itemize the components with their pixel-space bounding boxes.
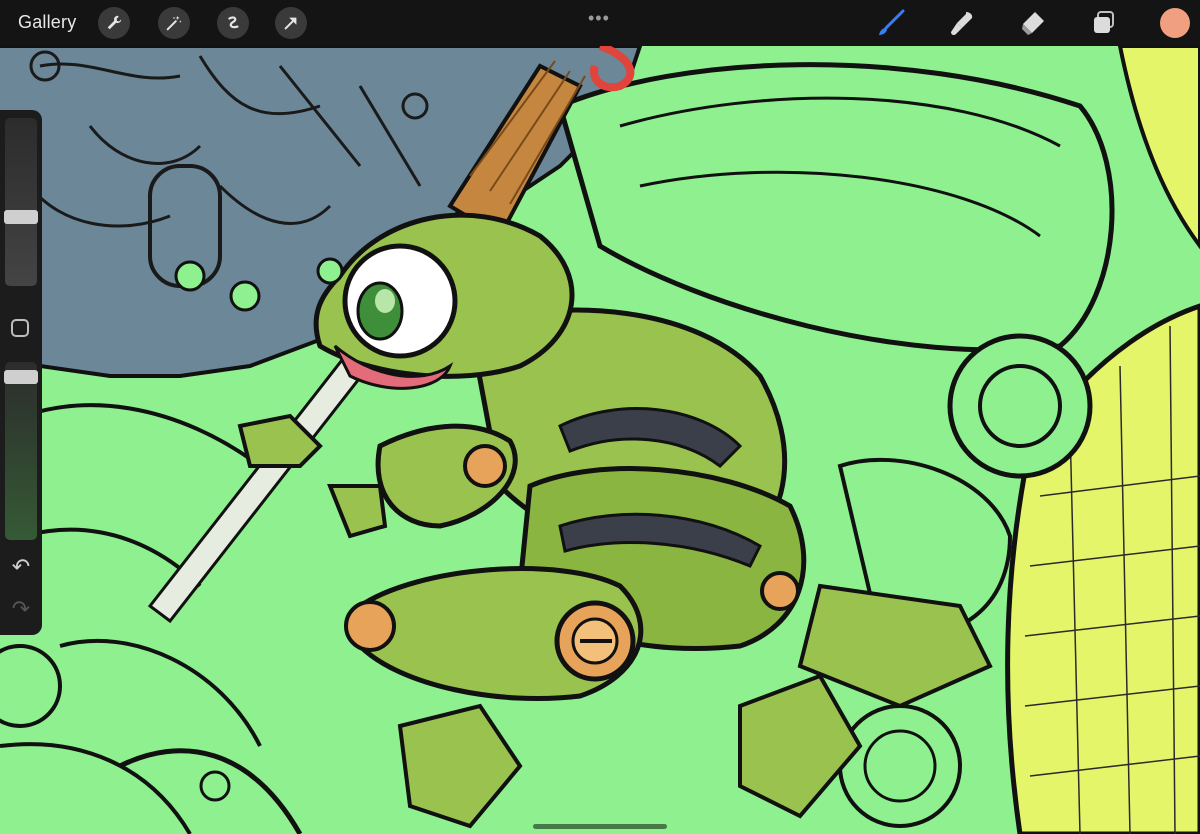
layers-icon — [1094, 11, 1114, 33]
home-indicator[interactable] — [533, 824, 667, 829]
smudge-tool-button[interactable] — [948, 9, 976, 37]
opacity-thumb[interactable] — [4, 370, 38, 385]
transform-button[interactable] — [275, 7, 307, 39]
color-picker-swatch[interactable] — [1160, 8, 1190, 38]
actions-button[interactable] — [98, 7, 130, 39]
undo-button[interactable]: ↶ — [8, 554, 34, 580]
selection-icon — [228, 16, 239, 29]
artwork — [0, 46, 1200, 834]
more-options-dots[interactable]: ••• — [588, 8, 610, 29]
eraser-tool-button[interactable] — [1018, 9, 1046, 37]
eraser-icon — [1022, 12, 1044, 35]
modify-button[interactable] — [11, 319, 29, 337]
redo-button[interactable]: ↷ — [8, 596, 34, 622]
top-toolbar: Gallery ••• — [0, 0, 1200, 46]
brush-icon — [879, 9, 905, 35]
magic-wand-icon — [166, 15, 182, 31]
selection-button[interactable] — [217, 7, 249, 39]
drawing-canvas[interactable] — [0, 46, 1200, 834]
smudge-icon — [951, 12, 973, 36]
layers-button[interactable] — [1090, 9, 1118, 37]
gallery-button[interactable]: Gallery — [18, 12, 76, 33]
adjustments-button[interactable] — [158, 7, 190, 39]
opacity-slider[interactable] — [5, 362, 37, 540]
brush-size-thumb[interactable] — [4, 210, 38, 225]
wrench-icon — [107, 15, 122, 30]
left-sidebar: ↶ ↷ — [0, 110, 42, 635]
arrow-icon — [284, 17, 297, 30]
brush-size-slider[interactable] — [5, 118, 37, 286]
brush-tool-button[interactable] — [877, 9, 905, 37]
